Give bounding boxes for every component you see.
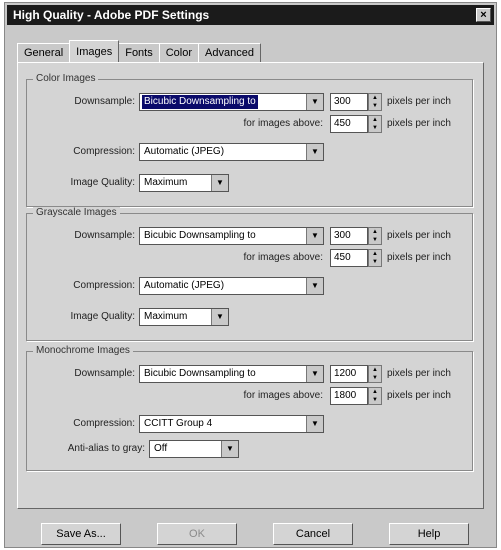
- spin-up-icon[interactable]: ▲: [372, 229, 378, 235]
- save-as-button[interactable]: Save As...: [41, 523, 121, 545]
- mono-ppi-field[interactable]: 1200: [330, 365, 368, 383]
- gray-downsample-select[interactable]: Bicubic Downsampling to ▼: [139, 227, 324, 245]
- compression-label: Compression:: [73, 146, 135, 157]
- color-ppi-field[interactable]: 300: [330, 93, 368, 111]
- window-title: High Quality - Adobe PDF Settings: [13, 8, 210, 22]
- chevron-down-icon: ▼: [221, 441, 238, 457]
- spin-down-icon[interactable]: ▼: [372, 237, 378, 243]
- downsample-label: Downsample:: [74, 230, 135, 241]
- dropdown-value: Maximum: [144, 177, 188, 188]
- pdf-settings-dialog: High Quality - Adobe PDF Settings × Gene…: [4, 2, 497, 548]
- unit-label: pixels per inch: [387, 230, 451, 241]
- gray-ppi-field[interactable]: 300: [330, 227, 368, 245]
- color-quality-select[interactable]: Maximum ▼: [139, 174, 229, 192]
- title-bar[interactable]: High Quality - Adobe PDF Settings ×: [7, 5, 494, 25]
- tab-images[interactable]: Images: [69, 40, 120, 62]
- spin-down-icon[interactable]: ▼: [372, 103, 378, 109]
- help-button[interactable]: Help: [389, 523, 469, 545]
- color-above-field[interactable]: 450: [330, 115, 368, 133]
- gray-compression-select[interactable]: Automatic (JPEG) ▼: [139, 277, 324, 295]
- gray-quality-select[interactable]: Maximum ▼: [139, 308, 229, 326]
- mono-antialias-select[interactable]: Off ▼: [149, 440, 239, 458]
- spin-up-icon[interactable]: ▲: [372, 95, 378, 101]
- cancel-button[interactable]: Cancel: [273, 523, 353, 545]
- dropdown-value: Bicubic Downsampling to: [142, 95, 258, 109]
- dropdown-value: Off: [154, 443, 168, 454]
- color-downsample-select[interactable]: Bicubic Downsampling to ▼: [139, 93, 324, 111]
- spin-up-icon[interactable]: ▲: [372, 367, 378, 373]
- unit-label: pixels per inch: [387, 118, 451, 129]
- chevron-down-icon: ▼: [306, 366, 323, 382]
- downsample-label: Downsample:: [74, 96, 135, 107]
- unit-label: pixels per inch: [387, 96, 451, 107]
- chevron-down-icon: ▼: [211, 175, 228, 191]
- spin-down-icon[interactable]: ▼: [372, 259, 378, 265]
- color-images-group: Color Images Downsample: Bicubic Downsam…: [26, 73, 473, 207]
- chevron-down-icon: ▼: [306, 416, 323, 432]
- mono-above-field[interactable]: 1800: [330, 387, 368, 405]
- spinner-icon[interactable]: ▲ ▼: [368, 387, 382, 405]
- dropdown-value: CCITT Group 4: [144, 418, 213, 429]
- chevron-down-icon: ▼: [306, 144, 323, 160]
- spin-down-icon[interactable]: ▼: [372, 397, 378, 403]
- above-label: for images above:: [243, 118, 324, 129]
- unit-label: pixels per inch: [387, 390, 451, 401]
- dropdown-value: Automatic (JPEG): [144, 146, 225, 157]
- chevron-down-icon: ▼: [306, 94, 323, 110]
- spinner-icon[interactable]: ▲ ▼: [368, 365, 382, 383]
- chevron-down-icon: ▼: [306, 278, 323, 294]
- monochrome-images-group: Monochrome Images Downsample: Bicubic Do…: [26, 345, 473, 471]
- color-compression-select[interactable]: Automatic (JPEG) ▼: [139, 143, 324, 161]
- tab-strip: General Images Fonts Color Advanced: [17, 40, 261, 63]
- antialias-label: Anti-alias to gray:: [67, 443, 145, 454]
- mono-downsample-select[interactable]: Bicubic Downsampling to ▼: [139, 365, 324, 383]
- quality-label: Image Quality:: [70, 311, 135, 322]
- group-title: Monochrome Images: [33, 345, 133, 356]
- spinner-icon[interactable]: ▲ ▼: [368, 115, 382, 133]
- chevron-down-icon: ▼: [306, 228, 323, 244]
- spin-down-icon[interactable]: ▼: [372, 125, 378, 131]
- group-title: Color Images: [33, 73, 99, 84]
- unit-label: pixels per inch: [387, 252, 451, 263]
- spin-down-icon[interactable]: ▼: [372, 375, 378, 381]
- above-label: for images above:: [243, 390, 324, 401]
- spinner-icon[interactable]: ▲ ▼: [368, 227, 382, 245]
- quality-label: Image Quality:: [70, 177, 135, 188]
- tab-general[interactable]: General: [17, 43, 71, 62]
- tab-fonts[interactable]: Fonts: [118, 43, 160, 62]
- dropdown-value: Maximum: [144, 311, 188, 322]
- gray-above-field[interactable]: 450: [330, 249, 368, 267]
- spinner-icon[interactable]: ▲ ▼: [368, 249, 382, 267]
- ok-button[interactable]: OK: [157, 523, 237, 545]
- dropdown-value: Bicubic Downsampling to: [144, 230, 256, 241]
- compression-label: Compression:: [73, 418, 135, 429]
- chevron-down-icon: ▼: [211, 309, 228, 325]
- close-button[interactable]: ×: [476, 8, 491, 22]
- spinner-icon[interactable]: ▲ ▼: [368, 93, 382, 111]
- dropdown-value: Automatic (JPEG): [144, 280, 225, 291]
- spin-up-icon[interactable]: ▲: [372, 389, 378, 395]
- tab-color[interactable]: Color: [158, 43, 200, 62]
- dropdown-value: Bicubic Downsampling to: [144, 368, 256, 379]
- grayscale-images-group: Grayscale Images Downsample: Bicubic Dow…: [26, 207, 473, 341]
- images-panel: Color Images Downsample: Bicubic Downsam…: [17, 62, 484, 509]
- unit-label: pixels per inch: [387, 368, 451, 379]
- tab-advanced[interactable]: Advanced: [198, 43, 261, 62]
- above-label: for images above:: [243, 252, 324, 263]
- compression-label: Compression:: [73, 280, 135, 291]
- group-title: Grayscale Images: [33, 207, 120, 218]
- spin-up-icon[interactable]: ▲: [372, 251, 378, 257]
- spin-up-icon[interactable]: ▲: [372, 117, 378, 123]
- mono-compression-select[interactable]: CCITT Group 4 ▼: [139, 415, 324, 433]
- downsample-label: Downsample:: [74, 368, 135, 379]
